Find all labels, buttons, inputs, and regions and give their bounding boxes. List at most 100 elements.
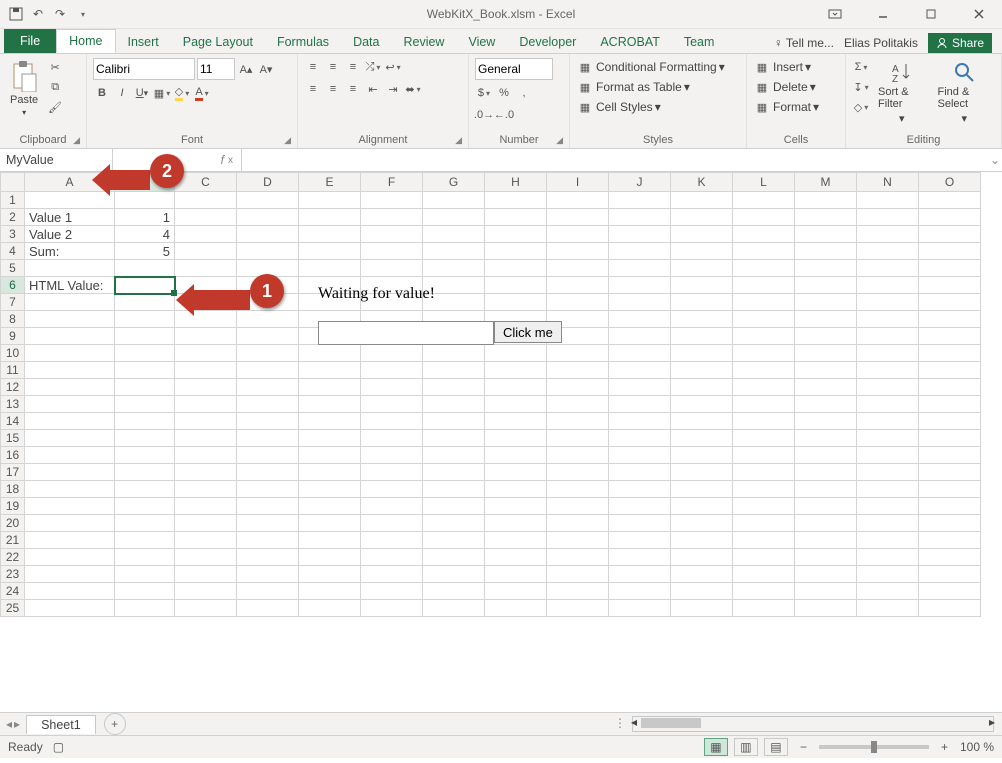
- cell-H1[interactable]: [485, 192, 547, 209]
- cell-A8[interactable]: [25, 311, 115, 328]
- cell-D21[interactable]: [237, 532, 299, 549]
- font-size-combo[interactable]: [197, 58, 235, 80]
- decrease-decimal-icon[interactable]: ←.0: [495, 106, 513, 124]
- cell-L9[interactable]: [733, 328, 795, 345]
- cell-I2[interactable]: [547, 209, 609, 226]
- cell-M10[interactable]: [795, 345, 857, 362]
- cell-A3[interactable]: Value 2: [25, 226, 115, 243]
- cell-B16[interactable]: [115, 447, 175, 464]
- bold-icon[interactable]: B: [93, 84, 111, 102]
- decrease-indent-icon[interactable]: ⇤: [364, 80, 382, 98]
- row-header-18[interactable]: 18: [1, 481, 25, 498]
- column-header-A[interactable]: A: [25, 173, 115, 192]
- cell-C21[interactable]: [175, 532, 237, 549]
- cell-I25[interactable]: [547, 600, 609, 617]
- cell-I4[interactable]: [547, 243, 609, 260]
- cell-O4[interactable]: [919, 243, 981, 260]
- cell-D8[interactable]: [237, 311, 299, 328]
- cell-K22[interactable]: [671, 549, 733, 566]
- row-header-2[interactable]: 2: [1, 209, 25, 226]
- cell-O23[interactable]: [919, 566, 981, 583]
- tab-home[interactable]: Home: [56, 29, 115, 53]
- cell-M12[interactable]: [795, 379, 857, 396]
- cell-M15[interactable]: [795, 430, 857, 447]
- cell-J14[interactable]: [609, 413, 671, 430]
- align-bottom-icon[interactable]: ≡: [344, 58, 362, 76]
- cell-K23[interactable]: [671, 566, 733, 583]
- cell-L2[interactable]: [733, 209, 795, 226]
- cell-M16[interactable]: [795, 447, 857, 464]
- cell-F13[interactable]: [361, 396, 423, 413]
- cell-F1[interactable]: [361, 192, 423, 209]
- cell-A13[interactable]: [25, 396, 115, 413]
- cell-O2[interactable]: [919, 209, 981, 226]
- column-header-H[interactable]: H: [485, 173, 547, 192]
- cell-G4[interactable]: [423, 243, 485, 260]
- cell-I5[interactable]: [547, 260, 609, 277]
- accounting-format-icon[interactable]: $: [475, 84, 493, 102]
- cell-K12[interactable]: [671, 379, 733, 396]
- copy-icon[interactable]: ⧉: [46, 78, 64, 96]
- cell-C15[interactable]: [175, 430, 237, 447]
- cell-M1[interactable]: [795, 192, 857, 209]
- insert-cells-button[interactable]: ▦Insert ▾: [753, 58, 811, 76]
- cell-E23[interactable]: [299, 566, 361, 583]
- cell-C1[interactable]: [175, 192, 237, 209]
- cell-F19[interactable]: [361, 498, 423, 515]
- font-color-icon[interactable]: A: [193, 84, 211, 102]
- row-header-8[interactable]: 8: [1, 311, 25, 328]
- fill-icon[interactable]: ↧: [852, 78, 870, 96]
- cell-N25[interactable]: [857, 600, 919, 617]
- cell-C20[interactable]: [175, 515, 237, 532]
- sheet-tab-sheet1[interactable]: Sheet1: [26, 715, 96, 734]
- italic-icon[interactable]: I: [113, 84, 131, 102]
- cell-B22[interactable]: [115, 549, 175, 566]
- cell-N14[interactable]: [857, 413, 919, 430]
- cell-H15[interactable]: [485, 430, 547, 447]
- cell-L22[interactable]: [733, 549, 795, 566]
- cell-I20[interactable]: [547, 515, 609, 532]
- cell-D13[interactable]: [237, 396, 299, 413]
- cell-F24[interactable]: [361, 583, 423, 600]
- cell-L7[interactable]: [733, 294, 795, 311]
- cell-M6[interactable]: [795, 277, 857, 294]
- cell-B21[interactable]: [115, 532, 175, 549]
- cell-D2[interactable]: [237, 209, 299, 226]
- cell-N8[interactable]: [857, 311, 919, 328]
- cell-J1[interactable]: [609, 192, 671, 209]
- zoom-level[interactable]: 100 %: [960, 740, 994, 754]
- cell-J18[interactable]: [609, 481, 671, 498]
- cell-F16[interactable]: [361, 447, 423, 464]
- cell-E11[interactable]: [299, 362, 361, 379]
- cell-L24[interactable]: [733, 583, 795, 600]
- cell-M18[interactable]: [795, 481, 857, 498]
- cell-A25[interactable]: [25, 600, 115, 617]
- cell-L23[interactable]: [733, 566, 795, 583]
- cell-D12[interactable]: [237, 379, 299, 396]
- cell-D18[interactable]: [237, 481, 299, 498]
- cell-N23[interactable]: [857, 566, 919, 583]
- cell-L19[interactable]: [733, 498, 795, 515]
- cell-E2[interactable]: [299, 209, 361, 226]
- number-launcher-icon[interactable]: ◢: [556, 135, 563, 146]
- cell-I22[interactable]: [547, 549, 609, 566]
- row-header-22[interactable]: 22: [1, 549, 25, 566]
- cell-J19[interactable]: [609, 498, 671, 515]
- cell-E20[interactable]: [299, 515, 361, 532]
- cell-N15[interactable]: [857, 430, 919, 447]
- cell-E15[interactable]: [299, 430, 361, 447]
- cell-C12[interactable]: [175, 379, 237, 396]
- cell-B8[interactable]: [115, 311, 175, 328]
- cell-L6[interactable]: [733, 277, 795, 294]
- cell-F22[interactable]: [361, 549, 423, 566]
- cell-C24[interactable]: [175, 583, 237, 600]
- cell-O11[interactable]: [919, 362, 981, 379]
- cell-J23[interactable]: [609, 566, 671, 583]
- cell-H4[interactable]: [485, 243, 547, 260]
- cell-B14[interactable]: [115, 413, 175, 430]
- html-click-me-button[interactable]: Click me: [494, 321, 562, 343]
- cell-D7[interactable]: [237, 294, 299, 311]
- cell-A2[interactable]: Value 1: [25, 209, 115, 226]
- cell-H20[interactable]: [485, 515, 547, 532]
- share-button[interactable]: Share: [928, 33, 992, 53]
